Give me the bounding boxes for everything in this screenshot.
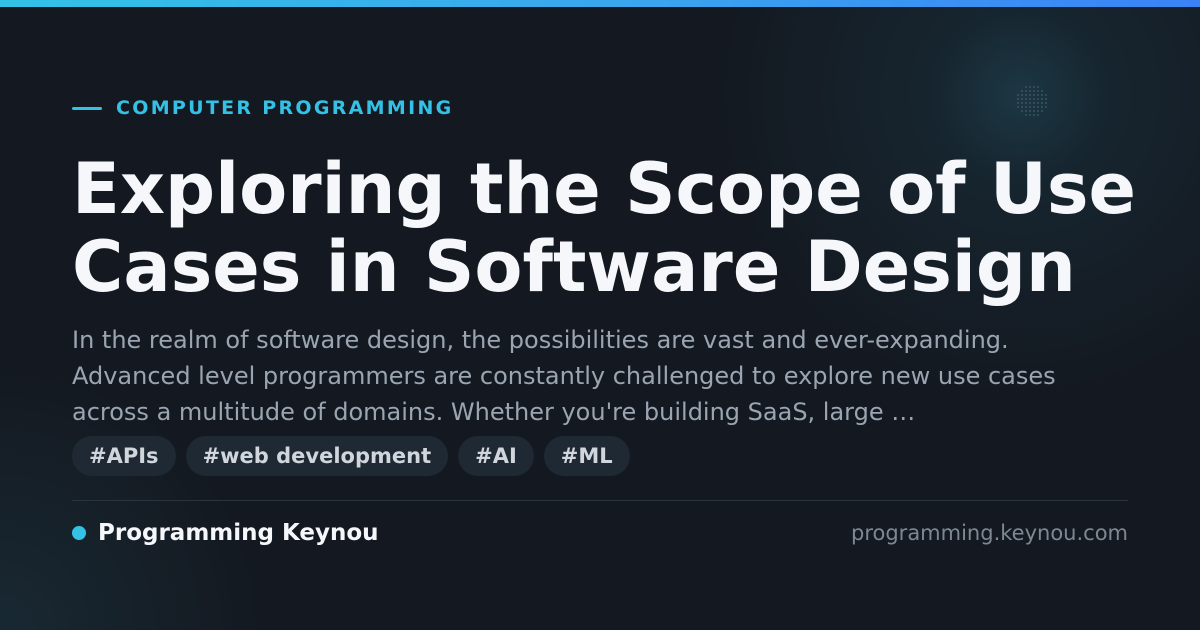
category-eyebrow: COMPUTER PROGRAMMING bbox=[72, 96, 454, 120]
brand: Programming Keynou bbox=[72, 518, 379, 548]
brand-name: Programming Keynou bbox=[98, 520, 379, 546]
brand-dot-icon bbox=[72, 526, 86, 540]
page-title: Exploring the Scope of Use Cases in Soft… bbox=[72, 148, 1136, 308]
accent-bar bbox=[0, 0, 1200, 7]
tag-chip: #web development bbox=[185, 436, 449, 476]
social-card: COMPUTER PROGRAMMING Exploring the Scope… bbox=[0, 0, 1200, 630]
category-label: COMPUTER PROGRAMMING bbox=[116, 97, 454, 119]
eyebrow-dash-icon bbox=[72, 106, 102, 110]
tag-list: #APIs #web development #AI #ML bbox=[72, 436, 630, 476]
site-domain: programming.keynou.com bbox=[851, 521, 1128, 545]
dot-pattern-decoration bbox=[1016, 85, 1048, 117]
tag-chip: #AI bbox=[458, 436, 534, 476]
footer-divider bbox=[72, 500, 1128, 501]
description: In the realm of software design, the pos… bbox=[72, 326, 1056, 426]
tag-chip: #APIs bbox=[72, 436, 176, 476]
tag-chip: #ML bbox=[543, 436, 630, 476]
